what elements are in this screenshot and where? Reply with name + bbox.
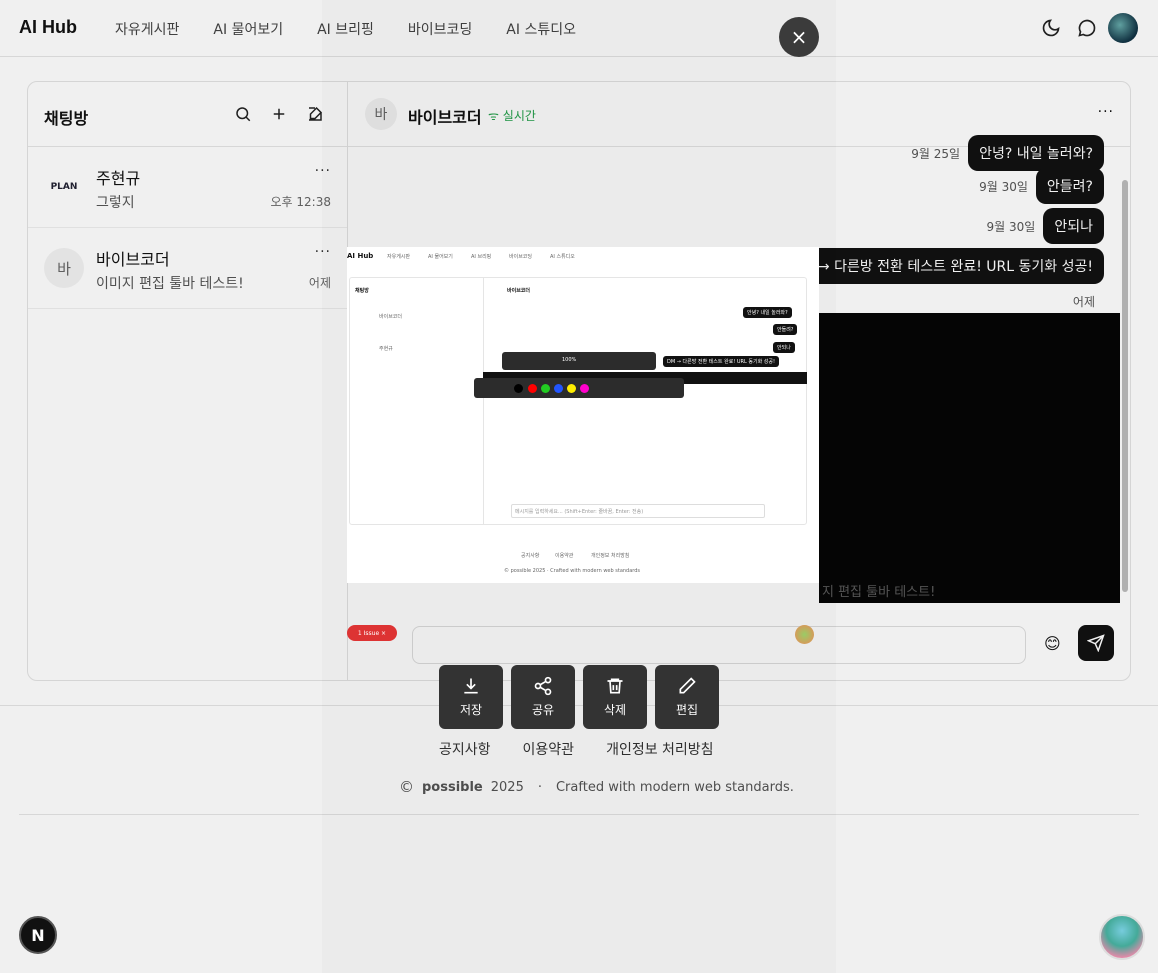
preview-footer-link: 공지사항: [521, 553, 540, 559]
preview-nav: AI 스튜디오: [550, 254, 575, 260]
preview-bubble: 안되나: [773, 342, 795, 353]
download-icon: [464, 678, 478, 694]
preview-logo: AI Hub: [347, 252, 374, 260]
preview-nav: 자유게시판: [387, 254, 411, 260]
save-button[interactable]: 저장: [439, 665, 503, 729]
share-icon: [534, 676, 552, 696]
small-avatar: [795, 625, 814, 644]
save-label: 저장: [459, 703, 483, 717]
edit-button[interactable]: 편집: [655, 665, 719, 729]
floating-avatar-button[interactable]: [1099, 914, 1145, 960]
preview-chat-name: 바이브코더: [507, 288, 531, 294]
close-viewer-button[interactable]: ×: [779, 17, 819, 57]
preview-bubble: 안녕? 내일 놀러와?: [743, 307, 792, 318]
preview-nav: AI 물어보기: [428, 254, 453, 260]
preview-input-placeholder: 메시지를 입력하세요... (Shift+Enter: 줄바꿈, Enter: …: [515, 509, 644, 515]
delete-button[interactable]: 삭제: [583, 665, 647, 729]
preview-color-black: [514, 384, 523, 393]
issue-pill[interactable]: 1 Issue ×: [347, 625, 397, 641]
preview-color-green: [541, 384, 550, 393]
preview-bubble: DM → 다른방 전환 테스트 완료! URL 동기화 성공!: [663, 356, 779, 367]
trash-icon: [607, 678, 623, 694]
preview-divider: [483, 277, 484, 525]
preview-color-toolbar: [474, 378, 684, 398]
preview-zoom: 100%: [562, 357, 577, 363]
preview-color-yellow: [567, 384, 576, 393]
preview-nav: AI 브리핑: [471, 254, 492, 260]
delete-label: 삭제: [603, 703, 627, 717]
next-dev-badge[interactable]: N: [19, 916, 57, 954]
preview-footer-copy: © possible 2025 · Crafted with modern we…: [504, 568, 641, 574]
pencil-icon: [679, 677, 696, 694]
preview-footer-link: 이용약관: [555, 553, 574, 559]
preview-input: 메시지를 입력하세요... (Shift+Enter: 줄바꿈, Enter: …: [511, 504, 765, 518]
preview-color-magenta: [580, 384, 589, 393]
preview-panel: [349, 277, 807, 525]
preview-color-red: [528, 384, 537, 393]
edit-label: 편집: [675, 703, 699, 717]
preview-nav: 바이브코딩: [509, 254, 533, 260]
screenshot-preview-image: AI Hub 자유게시판 AI 물어보기 AI 브리핑 바이브코딩 AI 스튜디…: [347, 247, 819, 583]
preview-bubble: 안들려?: [773, 324, 798, 335]
share-label: 공유: [531, 703, 555, 717]
preview-color-blue: [554, 384, 563, 393]
preview-sidebar-title: 채팅방: [355, 288, 369, 294]
image-dark-region: [819, 313, 1120, 603]
preview-edit-toolbar: 100%: [502, 352, 656, 370]
share-button[interactable]: 공유: [511, 665, 575, 729]
partial-message: 지 편집 툴바 테스트!: [822, 585, 936, 600]
preview-footer-link: 개인정보 처리방침: [591, 553, 630, 559]
preview-room: 주현규: [379, 346, 393, 352]
preview-room: 바이브코더: [379, 314, 403, 320]
